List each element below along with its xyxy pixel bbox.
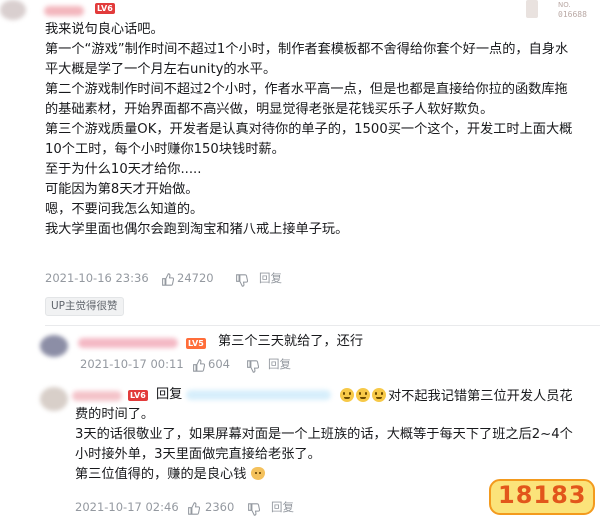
comment-line: 的基础素材，开始界面都不高兴做，明显觉得老张是花钱买乐子人软好欺负。 (45, 102, 494, 117)
reply-meta: 2021-10-17 00:11 604 回复 (80, 357, 340, 373)
dislike-icon[interactable] (246, 358, 260, 373)
cat-emoji-icon (250, 467, 265, 480)
comment-line: 10个工时，每个小时赚你150块钱时薪。 (45, 142, 285, 157)
like-icon[interactable] (192, 357, 206, 372)
reply-first-line: 对不起我记错第三位开发人员花 (340, 385, 573, 407)
comment-line: 第二个游戏制作时间不超过2个小时，作者水平高一点，但是也都是直接给你拉的函数库拖 (45, 82, 568, 97)
like-icon[interactable] (187, 500, 201, 515)
avatar[interactable] (40, 335, 68, 357)
comment-meta: 2021-10-16 23:36 24720 回复 (45, 271, 345, 287)
dislike-icon[interactable] (235, 272, 249, 287)
emoji-icon (372, 388, 386, 402)
like-count: 604 (208, 357, 230, 371)
like-icon[interactable] (161, 271, 175, 286)
like-count: 2360 (205, 500, 235, 514)
comment-line: 我大学里面也偶尔会跑到淘宝和猪八戒上接单子玩。 (45, 222, 349, 237)
watermark-logo: 18183 (488, 474, 596, 518)
level-badge: LV6 (95, 3, 115, 14)
level-badge: LV6 (128, 390, 148, 401)
reply-body: 费的时间了。 3天的话很敬业了，如果屏幕对面是一个上班族的话，大概等于每天下了班… (75, 405, 573, 485)
avatar[interactable] (40, 387, 68, 411)
reply-line: 3天的话很敬业了，如果屏幕对面是一个上班族的话，大概等于每天下了班之后2~4个 (75, 427, 573, 442)
username[interactable] (72, 391, 122, 401)
divider (45, 325, 600, 326)
username[interactable] (44, 6, 84, 16)
reply-prefix: 回复 (156, 387, 183, 402)
comment-line: 平大概是学了一个月左右unity的水平。 (45, 62, 277, 77)
comment-line: 可能因为第8天才开始做。 (45, 182, 199, 197)
comment-body: 我来说句良心话吧。 第一个“游戏”制作时间不超过1个小时，制作者套模板都不舍得给… (45, 20, 572, 240)
emoji-icon (356, 388, 370, 402)
reply-line-text: 第三位值得的，赚的是良心钱 (75, 467, 247, 482)
reply-meta: 2021-10-17 02:46 2360 回复 (75, 500, 335, 516)
reply-button[interactable]: 回复 (259, 271, 282, 285)
up-liked-tag: UP主觉得很赞 (45, 297, 124, 316)
reply-button[interactable]: 回复 (271, 500, 294, 514)
like-count: 24720 (177, 271, 214, 285)
avatar[interactable] (0, 0, 26, 20)
fan-badge-icon (526, 0, 538, 18)
emoji-icon (340, 388, 354, 402)
reply-text: 第三个三天就给了，还行 (218, 334, 364, 349)
mentioned-user[interactable] (186, 390, 331, 400)
comment-line: 我来说句良心话吧。 (45, 22, 164, 37)
dislike-icon[interactable] (247, 501, 261, 516)
username[interactable] (78, 338, 178, 348)
level-badge: LV5 (186, 338, 206, 349)
reply-text: 对不起我记错第三位开发人员花 (388, 389, 573, 404)
watermark-text: 18183 (498, 481, 587, 509)
comment-line: 第一个“游戏”制作时间不超过1个小时，制作者套模板都不舍得给你套个好一点的，自身… (45, 42, 569, 57)
reply-button[interactable]: 回复 (268, 357, 291, 371)
comment-line: 至于为什么10天才给你..... (45, 162, 202, 177)
timestamp: 2021-10-17 00:11 (80, 357, 184, 371)
fan-badge-label: NO. (558, 1, 571, 9)
comment-line: 第三个游戏质量OK，开发者是认真对待你的单子的，1500买一个这个，开发工时上面… (45, 122, 573, 137)
fan-badge-number: 016688 (558, 10, 587, 19)
timestamp: 2021-10-17 02:46 (75, 500, 179, 514)
reply-line: 费的时间了。 (75, 407, 155, 422)
timestamp: 2021-10-16 23:36 (45, 271, 149, 285)
comment-line: 嗯，不要问我怎么知道的。 (45, 202, 204, 217)
reply-line: 小时接外单，3天里面做完直接给老张了。 (75, 447, 321, 462)
